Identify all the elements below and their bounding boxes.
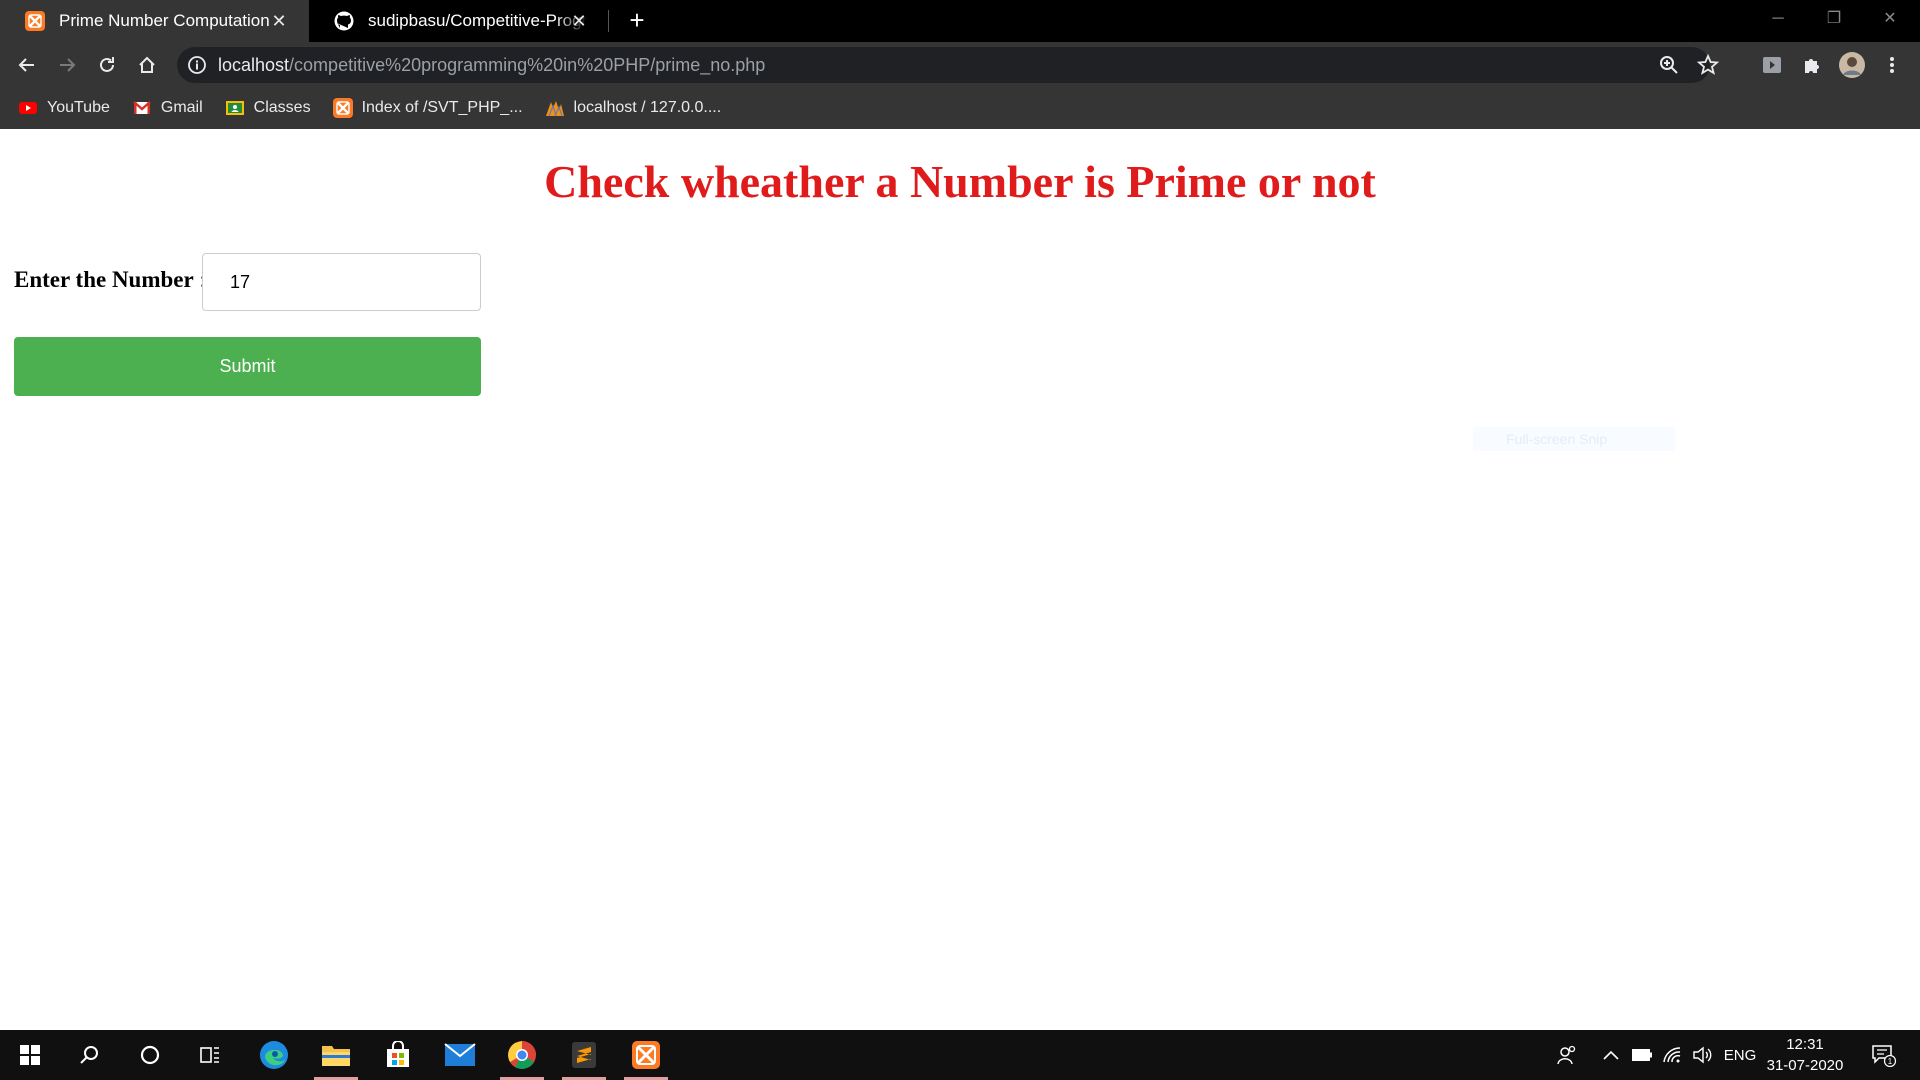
- new-tab-icon[interactable]: +: [624, 7, 650, 34]
- battery-icon[interactable]: [1630, 1030, 1654, 1080]
- tab-strip: Prime Number Computation ✕ sudipbasu/Com…: [0, 0, 1920, 42]
- close-tab-icon[interactable]: ✕: [269, 11, 289, 31]
- xampp-icon: [25, 11, 45, 31]
- classes-icon: [225, 101, 244, 115]
- language-indicator[interactable]: ENG: [1720, 1030, 1760, 1080]
- youtube-icon: [19, 102, 37, 114]
- clock-date: 31-07-2020: [1766, 1057, 1844, 1074]
- extensions-puzzle-icon[interactable]: [1796, 49, 1828, 81]
- bookmark-label: Gmail: [160, 99, 203, 116]
- number-label: Enter the Number :: [14, 267, 206, 293]
- tab-title: Prime Number Computation: [59, 11, 270, 30]
- github-icon: [334, 11, 354, 31]
- bookmark-classes[interactable]: Classes: [225, 98, 311, 118]
- tab-prime-number[interactable]: Prime Number Computation ✕: [0, 0, 309, 42]
- clock[interactable]: 12:31 31-07-2020: [1760, 1034, 1850, 1076]
- reload-icon[interactable]: [91, 49, 123, 81]
- submit-button[interactable]: Submit: [14, 337, 481, 396]
- people-icon[interactable]: [1553, 1030, 1581, 1080]
- close-tab-icon[interactable]: ✕: [569, 11, 589, 31]
- action-center-icon[interactable]: 1: [1864, 1030, 1904, 1080]
- info-icon[interactable]: [187, 55, 207, 75]
- mail-icon[interactable]: [434, 1030, 486, 1080]
- number-input[interactable]: [202, 253, 481, 311]
- cortana-icon[interactable]: [124, 1030, 176, 1080]
- xampp-taskbar-icon[interactable]: [620, 1030, 672, 1080]
- search-icon[interactable]: [63, 1030, 115, 1080]
- phpmyadmin-icon: [545, 101, 564, 117]
- browser-toolbar: localhost/competitive%20programming%20in…: [0, 42, 1920, 87]
- address-bar[interactable]: localhost/competitive%20programming%20in…: [177, 47, 1720, 83]
- snip-overlay-label: Full-screen Snip: [1473, 427, 1675, 451]
- page-content: Check wheather a Number is Prime or not …: [0, 129, 1920, 1030]
- task-view-icon[interactable]: [184, 1030, 236, 1080]
- bookmark-label: Classes: [253, 99, 311, 116]
- bookmark-index-svt-php[interactable]: Index of /SVT_PHP_...: [332, 98, 523, 118]
- bookmark-star-icon[interactable]: [1696, 53, 1720, 77]
- microsoft-store-icon[interactable]: [372, 1030, 424, 1080]
- clock-time: 12:31: [1786, 1036, 1824, 1053]
- bookmark-label: YouTube: [47, 99, 110, 116]
- xampp-icon: [332, 98, 353, 118]
- bookmark-localhost-phpmyadmin[interactable]: localhost / 127.0.0....: [545, 98, 722, 118]
- home-icon[interactable]: [131, 49, 163, 81]
- bookmarks-bar: YouTube Gmail Classes Index of /SVT_PHP_…: [0, 87, 1920, 129]
- file-explorer-icon[interactable]: [310, 1030, 362, 1080]
- restore-icon[interactable]: ❐: [1806, 0, 1862, 42]
- tab-separator: [608, 10, 609, 32]
- volume-icon[interactable]: [1690, 1030, 1714, 1080]
- wifi-icon[interactable]: [1660, 1030, 1684, 1080]
- notification-count: 1: [1888, 1057, 1893, 1066]
- sublime-text-icon[interactable]: [558, 1030, 610, 1080]
- gmail-icon: [133, 101, 151, 114]
- minimize-icon[interactable]: ─: [1750, 0, 1806, 42]
- zoom-icon[interactable]: [1658, 54, 1680, 76]
- bookmark-gmail[interactable]: Gmail: [132, 98, 203, 118]
- chrome-menu-icon[interactable]: [1876, 49, 1908, 81]
- tab-title: sudipbasu/Competitive-Programming: [368, 11, 588, 30]
- chrome-icon[interactable]: [496, 1030, 548, 1080]
- bookmark-label: Index of /SVT_PHP_...: [361, 99, 523, 116]
- extension-media-icon[interactable]: [1756, 49, 1788, 81]
- windows-start-icon[interactable]: [4, 1030, 56, 1080]
- url-text[interactable]: localhost/competitive%20programming%20in…: [218, 55, 765, 76]
- chevron-up-icon[interactable]: [1600, 1030, 1622, 1080]
- url-host: localhost: [218, 55, 290, 75]
- close-window-icon[interactable]: ✕: [1862, 0, 1918, 42]
- edge-icon[interactable]: [248, 1030, 300, 1080]
- tab-github[interactable]: sudipbasu/Competitive-Programming ✕: [309, 0, 609, 42]
- bookmark-youtube[interactable]: YouTube: [18, 98, 110, 118]
- bookmark-label: localhost / 127.0.0....: [573, 99, 722, 116]
- windows-taskbar: ENG 12:31 31-07-2020 1: [0, 1030, 1920, 1080]
- forward-icon[interactable]: [51, 49, 83, 81]
- number-label-text: Enter the Number: [14, 267, 194, 292]
- back-icon[interactable]: [11, 49, 43, 81]
- profile-avatar[interactable]: [1836, 49, 1868, 81]
- page-title: Check wheather a Number is Prime or not: [544, 156, 1376, 207]
- url-path: /competitive%20programming%20in%20PHP/pr…: [289, 55, 766, 75]
